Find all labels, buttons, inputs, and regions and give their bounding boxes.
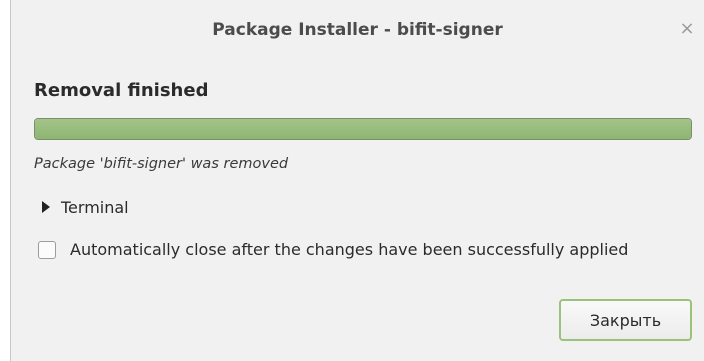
progress-bar — [34, 118, 692, 140]
progress-bar-fill — [35, 119, 691, 139]
close-icon[interactable]: × — [676, 18, 698, 40]
auto-close-label: Automatically close after the changes ha… — [70, 240, 629, 259]
auto-close-option[interactable]: Automatically close after the changes ha… — [38, 240, 628, 259]
title-bar[interactable]: Package Installer - bifit-signer × — [11, 0, 704, 66]
status-heading: Removal finished — [34, 80, 209, 101]
terminal-expander-label: Terminal — [61, 197, 129, 217]
close-button[interactable]: Закрыть — [559, 299, 692, 341]
auto-close-checkbox[interactable] — [38, 240, 56, 259]
window-title: Package Installer - bifit-signer — [212, 20, 503, 40]
triangle-right-icon — [42, 201, 50, 213]
installer-window: Package Installer - bifit-signer × Remov… — [10, 0, 704, 361]
terminal-expander[interactable]: Terminal — [42, 196, 129, 218]
status-message: Package 'bifit-signer' was removed — [34, 156, 289, 172]
